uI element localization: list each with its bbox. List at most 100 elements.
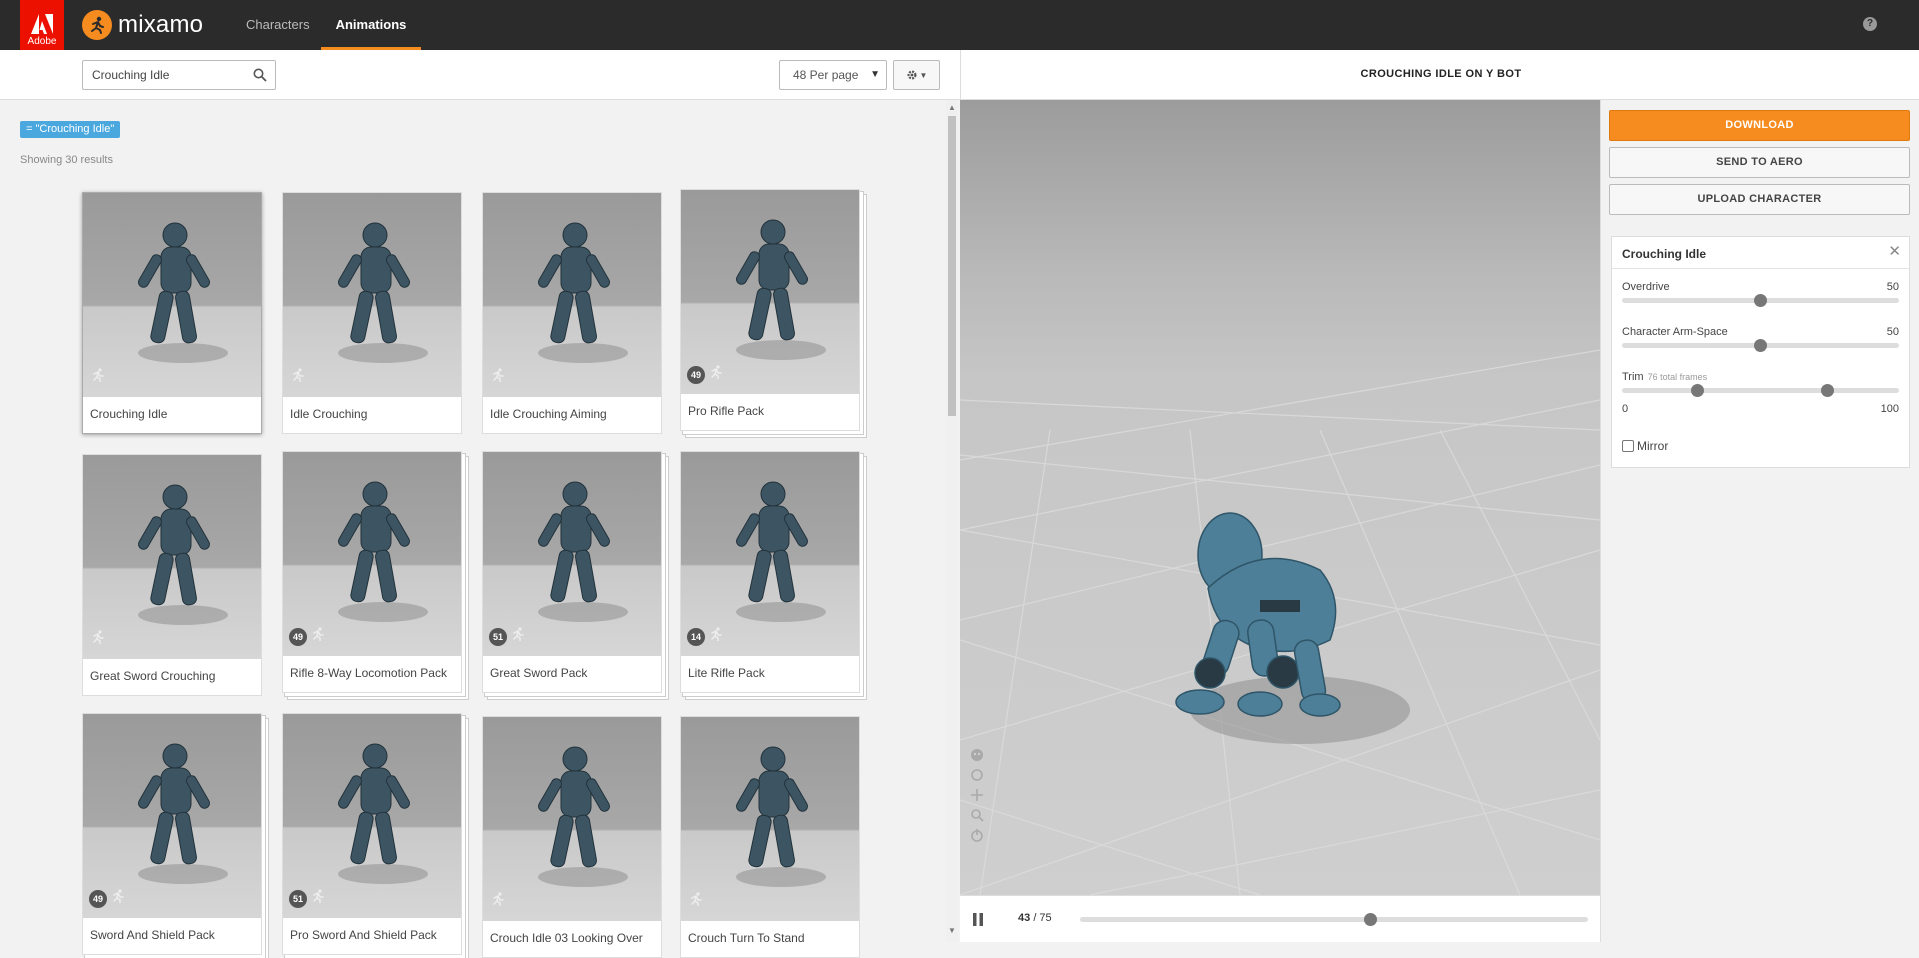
help-icon[interactable]: ? <box>1863 17 1877 31</box>
mixamo-logo-icon <box>82 10 112 40</box>
animation-settings-card: Crouching Idle ✕ Overdrive 50 Character … <box>1611 236 1910 468</box>
send-to-aero-button[interactable]: SEND TO AERO <box>1609 147 1910 178</box>
animation-card-label: Idle Crouching Aiming <box>490 407 607 421</box>
animation-card[interactable]: 14 Lite Rifle Pack <box>680 451 860 693</box>
animation-card[interactable]: Crouching Idle <box>82 192 262 434</box>
animation-browser: 48 Per page ▼ ▼ = "Crouching Idle" Showi… <box>0 50 960 958</box>
search-input[interactable] <box>83 61 243 89</box>
overdrive-slider[interactable] <box>1622 294 1899 307</box>
animation-card-label: Sword And Shield Pack <box>90 928 215 942</box>
trim-slider[interactable] <box>1622 384 1899 397</box>
pack-count-badge: 51 <box>489 628 507 646</box>
scrollbar-thumb[interactable] <box>948 116 956 416</box>
in-place-running-icon <box>689 892 703 911</box>
animation-card[interactable]: 51 Pro Sword And Shield Pack <box>282 713 462 955</box>
in-place-running-icon <box>311 889 325 908</box>
animation-card[interactable]: Idle Crouching <box>282 192 462 434</box>
in-place-running-icon <box>291 368 305 387</box>
animation-thumbnail[interactable] <box>83 455 261 659</box>
animation-card-label: Lite Rifle Pack <box>688 666 765 680</box>
main-nav: Characters Animations <box>235 0 422 50</box>
floor-grid <box>960 349 1600 895</box>
trim-max-value: 100 <box>1880 403 1899 415</box>
animation-thumbnail[interactable] <box>283 714 461 918</box>
nav-tab-animations[interactable]: Animations <box>320 0 422 50</box>
trim-start-handle[interactable] <box>1690 384 1704 397</box>
overdrive-label: Overdrive <box>1622 281 1670 293</box>
animation-card[interactable]: 49 Pro Rifle Pack <box>680 189 860 431</box>
in-place-running-icon <box>709 627 723 646</box>
character-belt <box>1260 600 1300 612</box>
animation-thumbnail[interactable] <box>83 193 261 397</box>
per-page-value: 48 Per page <box>793 68 859 82</box>
animation-thumbnail[interactable] <box>283 452 461 656</box>
animation-card[interactable]: Crouch Idle 03 Looking Over <box>482 716 662 958</box>
trim-end-handle[interactable] <box>1820 384 1834 397</box>
scroll-down-icon[interactable]: ▼ <box>948 926 956 935</box>
animation-thumbnail[interactable] <box>681 190 859 394</box>
per-page-select[interactable]: 48 Per page ▼ <box>779 60 887 90</box>
viewer-title: CROUCHING IDLE ON Y BOT <box>1360 68 1522 80</box>
reset-view-icon[interactable] <box>970 768 984 782</box>
animation-card[interactable]: Great Sword Crouching <box>82 454 262 696</box>
in-place-running-icon <box>91 630 105 649</box>
animation-card[interactable]: 51 Great Sword Pack <box>482 451 662 693</box>
trim-note: 76 total frames <box>1647 372 1708 382</box>
total-frames: / 75 <box>1033 912 1052 924</box>
animation-thumbnail[interactable] <box>483 452 661 656</box>
frame-counter: 43 / 75 <box>1018 912 1052 924</box>
animation-thumbnail[interactable] <box>83 714 261 918</box>
nav-tab-characters[interactable]: Characters <box>235 0 321 50</box>
chevron-down-icon: ▼ <box>919 70 928 80</box>
close-icon[interactable]: ✕ <box>1888 244 1901 259</box>
search-filter-chip[interactable]: = "Crouching Idle" <box>20 121 121 138</box>
in-place-running-icon <box>311 627 325 646</box>
upload-character-button[interactable]: UPLOAD CHARACTER <box>1609 184 1910 215</box>
animation-card[interactable]: 49 Sword And Shield Pack <box>82 713 262 955</box>
animation-thumbnail[interactable] <box>483 717 661 921</box>
animation-thumbnail[interactable] <box>681 452 859 656</box>
in-place-running-icon <box>709 365 723 384</box>
animation-card-label: Crouch Idle 03 Looking Over <box>490 931 643 945</box>
animation-card[interactable]: Crouch Turn To Stand <box>680 716 860 958</box>
animation-thumbnail[interactable] <box>283 193 461 397</box>
search-toolbar: 48 Per page ▼ ▼ <box>0 50 960 100</box>
results-scrollbar[interactable]: ▲ ▼ <box>946 100 958 942</box>
animation-thumbnail[interactable] <box>681 717 859 921</box>
timeline-track[interactable] <box>1080 913 1588 926</box>
download-button[interactable]: DOWNLOAD <box>1609 110 1910 141</box>
search-icon[interactable] <box>253 68 267 82</box>
settings-header: Crouching Idle ✕ <box>1612 237 1909 269</box>
in-place-running-icon <box>491 368 505 387</box>
mixamo-brand[interactable]: mixamo <box>82 8 203 42</box>
trim-min-value: 0 <box>1622 403 1629 415</box>
playhead-handle[interactable] <box>1363 913 1377 926</box>
power-icon[interactable] <box>970 828 984 842</box>
animation-thumbnail[interactable] <box>483 193 661 397</box>
search-box <box>82 60 276 90</box>
animation-card[interactable]: Idle Crouching Aiming <box>482 192 662 434</box>
pack-count-badge: 49 <box>687 366 705 384</box>
skeleton-icon[interactable] <box>970 748 984 762</box>
results-count: Showing 30 results <box>20 154 113 166</box>
armspace-slider-handle[interactable] <box>1754 339 1767 352</box>
scroll-up-icon[interactable]: ▲ <box>948 103 956 112</box>
move-icon[interactable] <box>970 788 984 802</box>
brand-name: mixamo <box>118 11 204 38</box>
mirror-checkbox[interactable] <box>1622 440 1634 452</box>
animation-side-panel: DOWNLOAD SEND TO AERO UPLOAD CHARACTER C… <box>1600 100 1919 942</box>
mirror-checkbox-row[interactable]: Mirror <box>1622 439 1668 453</box>
animation-card-label: Crouch Turn To Stand <box>688 931 805 945</box>
animation-card[interactable]: 49 Rifle 8-Way Locomotion Pack <box>282 451 462 693</box>
playback-bar: 43 / 75 <box>960 895 1600 942</box>
settings-dropdown-button[interactable]: ▼ <box>893 60 940 90</box>
zoom-icon[interactable] <box>970 808 984 822</box>
3d-viewport[interactable] <box>960 100 1600 895</box>
overdrive-slider-handle[interactable] <box>1754 294 1767 307</box>
animation-card-label: Great Sword Pack <box>490 666 588 680</box>
pause-icon[interactable] <box>972 913 984 926</box>
pack-count-badge: 14 <box>687 628 705 646</box>
overdrive-value: 50 <box>1886 281 1899 293</box>
animation-card-label: Pro Sword And Shield Pack <box>290 928 437 942</box>
armspace-slider[interactable] <box>1622 339 1899 352</box>
